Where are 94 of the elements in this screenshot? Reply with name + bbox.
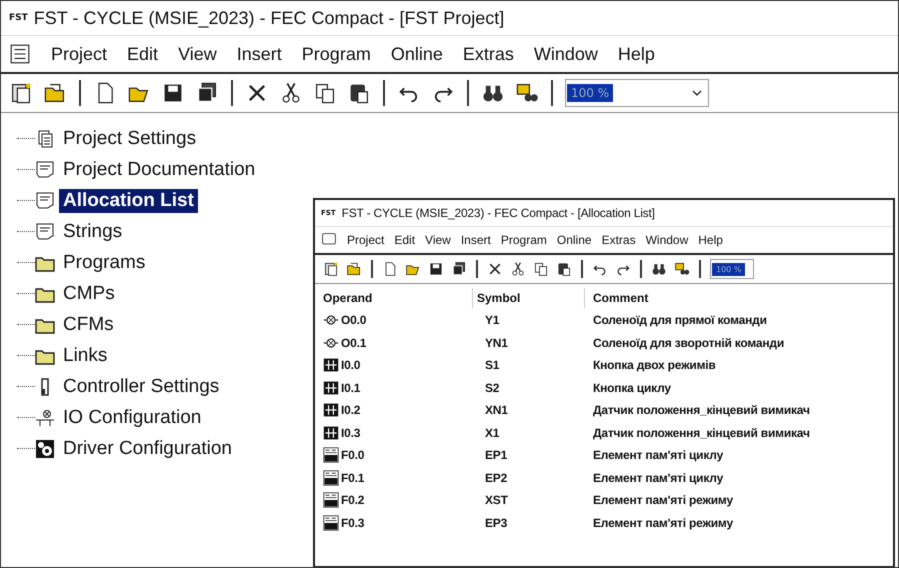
menu-item[interactable]: Project	[51, 44, 108, 64]
menu-item[interactable]: Program	[302, 44, 371, 64]
menu-item[interactable]: Insert	[236, 44, 282, 64]
table-cell-text: XN1	[484, 402, 509, 420]
tree-item[interactable]: Allocation List	[59, 188, 198, 212]
table-cell-text: EP3	[484, 514, 508, 532]
table-cell-text: O0.1	[341, 334, 366, 352]
new-project-icon[interactable]	[9, 81, 33, 105]
table-cell-text: EP1	[484, 447, 508, 464]
document-icon	[35, 160, 55, 180]
menu-item[interactable]: Help	[618, 44, 655, 64]
open-project-icon[interactable]	[43, 81, 67, 105]
table-cell-text: F0.3	[341, 514, 364, 532]
flag-icon	[323, 514, 339, 531]
tree-item[interactable]: Controller Settings	[59, 374, 224, 398]
app-logo: FST	[9, 13, 28, 23]
menu-item[interactable]: Insert	[460, 233, 491, 247]
copy-icon[interactable]	[313, 81, 337, 105]
table-cell-text: XST	[484, 492, 509, 510]
cut-icon[interactable]	[510, 261, 526, 277]
menu-item[interactable]: Edit	[127, 44, 158, 64]
table-cell-text: F0.1	[341, 470, 364, 487]
table-cell-text: Y1	[484, 312, 500, 330]
flag-icon	[323, 470, 339, 486]
tree-item[interactable]: CFMs	[59, 312, 118, 336]
table-cell-text: Соленоїд для зворотній команди	[592, 334, 786, 352]
tree-item[interactable]: Project Settings	[59, 126, 200, 150]
table-cell-text: Датчик положення_кінцевий вимикач	[592, 424, 811, 442]
tree-item[interactable]: CMPs	[59, 282, 119, 306]
menu-item[interactable]: View	[425, 233, 451, 247]
table-cell-text: S2	[484, 380, 500, 397]
flag-icon	[323, 492, 339, 508]
tree-item[interactable]: Strings	[59, 220, 126, 244]
flag-icon	[323, 447, 339, 464]
menu-item[interactable]: Project	[347, 233, 384, 247]
table-cell-text: Кнопка циклу	[592, 380, 672, 397]
table-cell-text: I0.2	[341, 402, 360, 420]
save-icon[interactable]	[428, 261, 444, 277]
table-cell-text: O0.0	[341, 312, 366, 330]
input-icon	[323, 380, 339, 396]
input-icon	[323, 424, 339, 441]
input-icon	[323, 357, 339, 374]
open-project-icon[interactable]	[346, 261, 362, 277]
table-cell-text: Елемент пам'яті циклу	[592, 447, 724, 464]
table-cell-text: Кнопка двох режимів	[592, 357, 717, 374]
gears-icon	[35, 438, 55, 458]
menu-item[interactable]: Program	[500, 233, 547, 247]
tree-item[interactable]: Driver Configuration	[59, 436, 236, 460]
table-cell-text: I0.3	[341, 424, 360, 442]
table-cell-text: X1	[484, 424, 500, 442]
table-cell-text: Елемент пам'яті циклу	[592, 470, 724, 487]
app-menu-icon	[9, 43, 31, 65]
paste-icon[interactable]	[556, 261, 572, 277]
menu-item[interactable]: View	[178, 44, 217, 64]
document-icon	[35, 222, 55, 242]
table-cell-text: YN1	[484, 334, 509, 352]
zoom-dropdown[interactable]: 100 %	[565, 79, 709, 107]
menu-item[interactable]: Edit	[394, 233, 416, 247]
tree-item[interactable]: IO Configuration	[59, 406, 206, 430]
menu-item[interactable]: Window	[534, 44, 598, 64]
table-cell-text: Елемент пам'яті режиму	[592, 492, 734, 510]
tree-item[interactable]: Links	[59, 344, 112, 368]
table-cell-text: F0.2	[341, 492, 364, 510]
tree-item[interactable]: Programs	[59, 250, 150, 274]
table-cell-text: Соленоїд для прямої команди	[592, 312, 768, 330]
new-project-icon[interactable]	[323, 261, 339, 277]
table-cell-text: F0.0	[341, 447, 364, 464]
menu-item[interactable]: Online	[556, 233, 592, 247]
menu-item[interactable]: Help	[698, 233, 723, 247]
menu-item[interactable]: Window	[646, 233, 688, 247]
menu-item[interactable]: Extras	[462, 44, 514, 64]
binoculars-icon[interactable]	[651, 261, 667, 277]
tree-item[interactable]: Project Documentation	[59, 158, 260, 182]
column-header[interactable]: Comment	[585, 288, 885, 308]
delete-icon[interactable]	[487, 261, 503, 277]
find-replace-icon[interactable]	[674, 261, 690, 277]
window-title: FST - CYCLE (MSIE_2023) - FEC Compact - [Allocation List]	[342, 206, 655, 220]
table-cell-text: Елемент пам'яті режиму	[592, 514, 734, 532]
copy-icon[interactable]	[533, 261, 549, 277]
table-cell-text: Датчик положення_кінцевий вимикач	[592, 402, 811, 420]
column-header[interactable]: Symbol	[473, 288, 585, 308]
table-cell-text: I0.1	[341, 380, 360, 397]
table-cell-text: I0.0	[341, 357, 360, 374]
table-cell-text: S1	[484, 357, 500, 374]
table-cell-text: EP2	[484, 470, 508, 487]
column-header[interactable]: Operand	[323, 288, 473, 308]
zoom-dropdown[interactable]: 100 %	[710, 259, 754, 279]
menu-item[interactable]: Extras	[602, 233, 636, 247]
window-title: FST - CYCLE (MSIE_2023) - FEC Compact - [FST Project]	[34, 8, 504, 28]
document-icon	[35, 190, 55, 210]
io-icon	[35, 408, 55, 428]
input-icon	[323, 402, 339, 418]
menu-item[interactable]: Online	[390, 44, 443, 64]
save-all-icon[interactable]	[451, 261, 467, 277]
